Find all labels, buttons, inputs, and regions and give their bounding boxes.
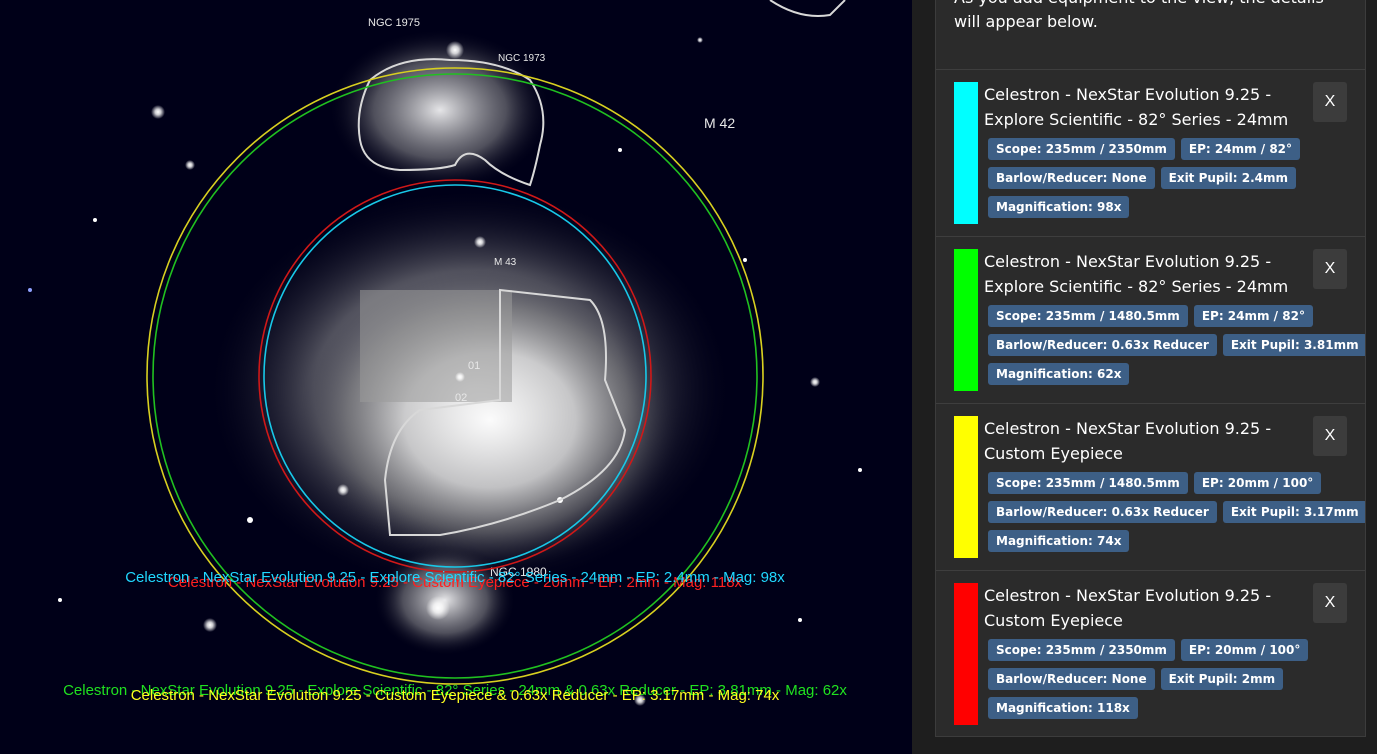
equipment-title: Celestron - NexStar Evolution 9.25 - Exp…	[984, 252, 1289, 296]
barlow-badge: Barlow/Reducer: 0.63x Reducer	[988, 501, 1217, 523]
eyepiece-badge: EP: 24mm / 82°	[1193, 305, 1313, 327]
scope-badge: Scope: 235mm / 1480.5mm	[988, 472, 1188, 494]
eyepiece-badge: EP: 24mm / 82°	[1180, 138, 1301, 160]
fov-label-cyan: Celestron - NexStar Evolution 9.25 - Exp…	[125, 569, 785, 586]
remove-equipment-button[interactable]: X	[1313, 82, 1347, 122]
magnification-badge: Magnification: 74x	[988, 530, 1130, 552]
sky-svg: NGC 1975 NGC 1973 M 42 M 43 01 02 NGC 19…	[28, 0, 862, 706]
equipment-title: Celestron - NexStar Evolution 9.25 - Cus…	[984, 586, 1272, 630]
exit-pupil-badge: Exit Pupil: 3.81mm	[1222, 334, 1365, 356]
exit-pupil-badge: Exit Pupil: 3.17mm	[1222, 501, 1365, 523]
equipment-panel: As you add equipment to the view, the de…	[935, 0, 1366, 737]
object-label-m43: M 43	[494, 257, 517, 268]
remove-equipment-button[interactable]: X	[1313, 583, 1347, 623]
fov-label-yellow: Celestron - NexStar Evolution 9.25 - Cus…	[131, 687, 780, 704]
exit-pupil-badge: Exit Pupil: 2.4mm	[1160, 167, 1296, 189]
object-label-theta2: 02	[455, 392, 467, 404]
equipment-card-1: Celestron - NexStar Evolution 9.25 - Exp…	[936, 70, 1365, 237]
equipment-badges: Scope: 235mm / 1480.5mm EP: 20mm / 100° B…	[988, 472, 1365, 559]
barlow-badge: Barlow/Reducer: 0.63x Reducer	[988, 334, 1217, 356]
sky-view[interactable]: NGC 1975 NGC 1973 M 42 M 43 01 02 NGC 19…	[0, 0, 912, 754]
object-label-theta1: 01	[468, 360, 480, 372]
magnification-badge: Magnification: 118x	[988, 697, 1138, 719]
equipment-color-swatch	[954, 416, 978, 558]
equipment-title: Celestron - NexStar Evolution 9.25 - Exp…	[984, 85, 1289, 129]
equipment-badges: Scope: 235mm / 2350mm EP: 24mm / 82° Barl…	[988, 138, 1348, 225]
scope-badge: Scope: 235mm / 2350mm	[988, 639, 1175, 661]
exit-pupil-badge: Exit Pupil: 2mm	[1160, 668, 1284, 690]
equipment-color-swatch	[954, 82, 978, 224]
equipment-card-2: Celestron - NexStar Evolution 9.25 - Exp…	[936, 237, 1365, 404]
equipment-color-swatch	[954, 583, 978, 725]
object-label-ngc1973: NGC 1973	[498, 53, 546, 64]
equipment-list: Celestron - NexStar Evolution 9.25 - Exp…	[936, 70, 1365, 736]
panel-margin	[1366, 0, 1377, 754]
panel-margin-bottom	[912, 737, 1377, 754]
object-label-ngc1975: NGC 1975	[368, 17, 420, 29]
eyepiece-badge: EP: 20mm / 100°	[1193, 472, 1322, 494]
equipment-title: Celestron - NexStar Evolution 9.25 - Cus…	[984, 419, 1272, 463]
equipment-card-3: Celestron - NexStar Evolution 9.25 - Cus…	[936, 404, 1365, 571]
barlow-badge: Barlow/Reducer: None	[988, 668, 1155, 690]
equipment-card-4: Celestron - NexStar Evolution 9.25 - Cus…	[936, 571, 1365, 736]
panel-gutter	[912, 0, 936, 754]
remove-equipment-button[interactable]: X	[1313, 249, 1347, 289]
scope-badge: Scope: 235mm / 2350mm	[988, 138, 1175, 160]
barlow-badge: Barlow/Reducer: None	[988, 167, 1155, 189]
eyepiece-badge: EP: 20mm / 100°	[1180, 639, 1309, 661]
equipment-badges: Scope: 235mm / 1480.5mm EP: 24mm / 82° Ba…	[988, 305, 1365, 392]
magnification-badge: Magnification: 98x	[988, 196, 1130, 218]
object-label-m42: M 42	[704, 115, 735, 131]
equipment-color-swatch	[954, 249, 978, 391]
remove-equipment-button[interactable]: X	[1313, 416, 1347, 456]
scope-badge: Scope: 235mm / 1480.5mm	[988, 305, 1188, 327]
panel-intro-text: As you add equipment to the view, the de…	[936, 0, 1365, 70]
equipment-badges: Scope: 235mm / 2350mm EP: 20mm / 100° Bar…	[988, 639, 1348, 726]
magnification-badge: Magnification: 62x	[988, 363, 1130, 385]
